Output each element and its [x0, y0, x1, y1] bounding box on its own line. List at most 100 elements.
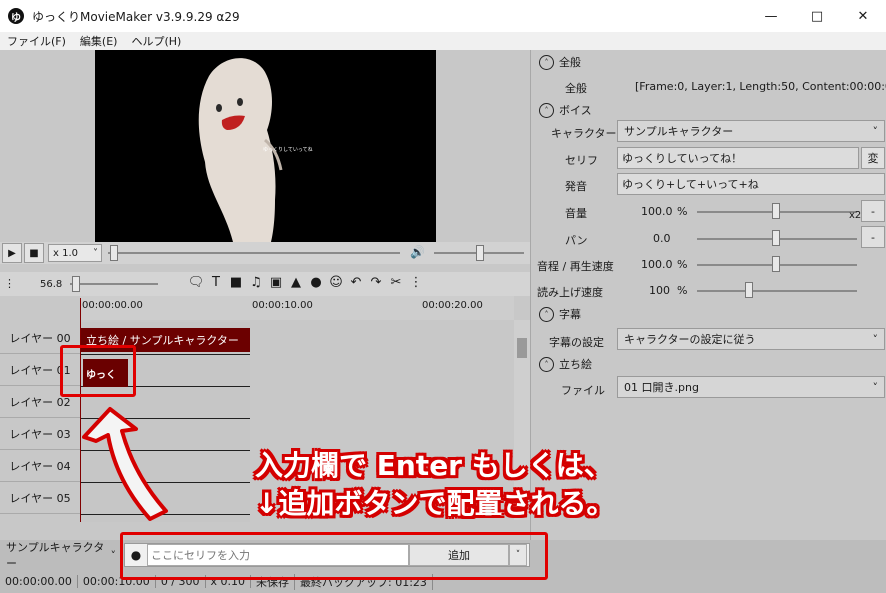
menu-help[interactable]: ヘルプ(H) [124, 33, 188, 49]
pan-label: パン [565, 234, 588, 247]
video-icon[interactable]: ■ [226, 275, 246, 290]
volume-label: 音量 [565, 207, 587, 220]
collapse-icon[interactable]: ˄ [539, 54, 554, 70]
read-speed-track[interactable] [697, 290, 857, 292]
scroll-thumb[interactable] [517, 338, 527, 358]
menu-edit[interactable]: 編集(E) [73, 33, 125, 49]
annotation-box-clip [60, 345, 136, 397]
annotation-box-input [120, 532, 548, 580]
zoom-track[interactable] [70, 283, 158, 285]
section-title: 字幕 [559, 308, 581, 321]
menu-bar: ファイル(F) 編集(E) ヘルプ(H) [0, 32, 886, 50]
character-select-value: サンプルキャラクター [624, 125, 734, 138]
serif-value: ゆっくりしていってね！ [622, 152, 743, 165]
pronunciation-value: ゆっくり+して+いって+ね [622, 178, 759, 191]
volume-minus-button[interactable]: - [861, 200, 885, 222]
general-label: 全般 [565, 82, 587, 95]
section-title: 立ち絵 [559, 358, 592, 371]
timeline-ruler[interactable]: 00:00:00.00 00:00:10.00 00:00:20.00 [80, 296, 514, 320]
character-label: キャラクター [551, 127, 617, 140]
read-speed-thumb[interactable] [745, 282, 753, 298]
pan-value: 0.0 [653, 232, 671, 245]
undo-icon[interactable]: ↶ [346, 275, 366, 290]
comment-icon[interactable]: 🗨 [186, 275, 206, 290]
annotation-arrow [82, 407, 168, 521]
collapse-icon[interactable]: ˄ [539, 306, 554, 322]
volume-prop-thumb[interactable] [772, 203, 780, 219]
title-bar: ゆ ゆっくりMovieMaker v3.9.9.29 α29 — □ ✕ [0, 0, 886, 32]
chevron-down-icon: ˅ [93, 247, 98, 259]
file-select[interactable]: 01 口開き.png ˅ [617, 376, 885, 398]
volume-icon: 🔊 [410, 245, 425, 259]
volume-thumb[interactable] [476, 245, 484, 261]
layer-label[interactable]: レイヤー 04 [0, 450, 80, 482]
read-speed-label: 読み上げ速度 [537, 286, 603, 299]
general-value: [Frame:0, Layer:1, Length:50, Content:00… [635, 80, 886, 93]
maximize-button[interactable]: □ [794, 0, 840, 32]
status-current-time: 00:00:00.00 [0, 575, 78, 588]
more-icon[interactable]: ⋮ [406, 275, 426, 290]
pan-minus-button[interactable]: - [861, 226, 885, 248]
bottom-character-select[interactable]: サンプルキャラクター ˅ [2, 541, 120, 570]
shapes-icon[interactable]: ▲ [286, 275, 306, 290]
x2-label: x2 [849, 210, 862, 221]
pitch-thumb[interactable] [772, 256, 780, 272]
section-portrait[interactable]: ˄ 立ち絵 [539, 356, 592, 372]
collapse-icon[interactable]: ˄ [539, 356, 554, 372]
layer-label[interactable]: レイヤー 03 [0, 418, 80, 450]
character-select[interactable]: サンプルキャラクター ˅ [617, 120, 885, 142]
timeline-toolbar: ⋮ 56.8 🗨 T ■ ♫ ▣ ▲ ● ☺ ↶ ↷ ✂ ⋮ [0, 272, 530, 296]
section-subtitle[interactable]: ˄ 字幕 [539, 306, 581, 322]
annotation-line-1: 入力欄で Enter もしくは、 [255, 449, 612, 482]
pronunciation-label: 発音 [565, 180, 587, 193]
seek-thumb[interactable] [110, 245, 118, 261]
toolbar-grip-icon: ⋮ [4, 277, 15, 290]
minimize-button[interactable]: — [748, 0, 794, 32]
file-label: ファイル [561, 384, 605, 397]
subtitle-setting-select[interactable]: キャラクターの設定に従う ˅ [617, 328, 885, 350]
chevron-down-icon: ˅ [872, 332, 879, 346]
subtitle-setting-label: 字幕の設定 [549, 336, 604, 349]
pitch-value: 100.0 [641, 258, 673, 271]
volume-unit: % [677, 205, 688, 218]
section-title: 全般 [559, 56, 581, 69]
image-icon[interactable]: ▣ [266, 275, 286, 290]
pitch-unit: % [677, 258, 688, 271]
video-preview[interactable]: ゆっくりしていってね [95, 50, 436, 242]
seek-track[interactable] [108, 252, 400, 254]
pronunciation-field[interactable]: ゆっくり+して+いって+ね [617, 173, 885, 195]
read-speed-unit: % [677, 284, 688, 297]
volume-value: 100.0 [641, 205, 673, 218]
section-general[interactable]: ˄ 全般 [539, 54, 581, 70]
playback-bar: ▶ ■ x 1.0 ˅ 🔊 [0, 242, 530, 264]
chevron-down-icon: ˅ [872, 380, 879, 394]
text-icon[interactable]: T [206, 275, 226, 290]
close-button[interactable]: ✕ [840, 0, 886, 32]
music-icon[interactable]: ♫ [246, 275, 266, 290]
zoom-thumb[interactable] [72, 276, 80, 292]
emoji-icon[interactable]: ☺ [326, 275, 346, 290]
zoom-value: 56.8 [40, 278, 63, 290]
annotation-line-2: ↓追加ボタンで配置される。 [255, 487, 615, 520]
subtitle-setting-value: キャラクターの設定に従う [624, 333, 756, 346]
speed-select[interactable]: x 1.0 ˅ [48, 244, 102, 262]
bottom-character-value: サンプルキャラクター [6, 541, 105, 570]
serif-field[interactable]: ゆっくりしていってね！ [617, 147, 859, 169]
app-icon: ゆ [8, 8, 24, 24]
redo-icon[interactable]: ↷ [366, 275, 386, 290]
menu-file[interactable]: ファイル(F) [0, 33, 73, 49]
section-voice[interactable]: ˄ ボイス [539, 102, 592, 118]
play-button[interactable]: ▶ [2, 243, 22, 263]
window-controls: — □ ✕ [748, 0, 886, 32]
serif-convert-button[interactable]: 変 [861, 147, 885, 169]
pan-thumb[interactable] [772, 230, 780, 246]
section-title: ボイス [559, 104, 592, 117]
stop-button[interactable]: ■ [24, 243, 44, 263]
person-icon[interactable]: ● [306, 275, 326, 290]
collapse-icon[interactable]: ˄ [539, 102, 554, 118]
serif-label: セリフ [565, 154, 598, 167]
layer-label[interactable]: レイヤー 05 [0, 482, 80, 514]
scissors-icon[interactable]: ✂ [386, 275, 406, 290]
ruler-label-10: 00:00:10.00 [252, 300, 313, 311]
window-title: ゆっくりMovieMaker v3.9.9.29 α29 [32, 9, 240, 24]
